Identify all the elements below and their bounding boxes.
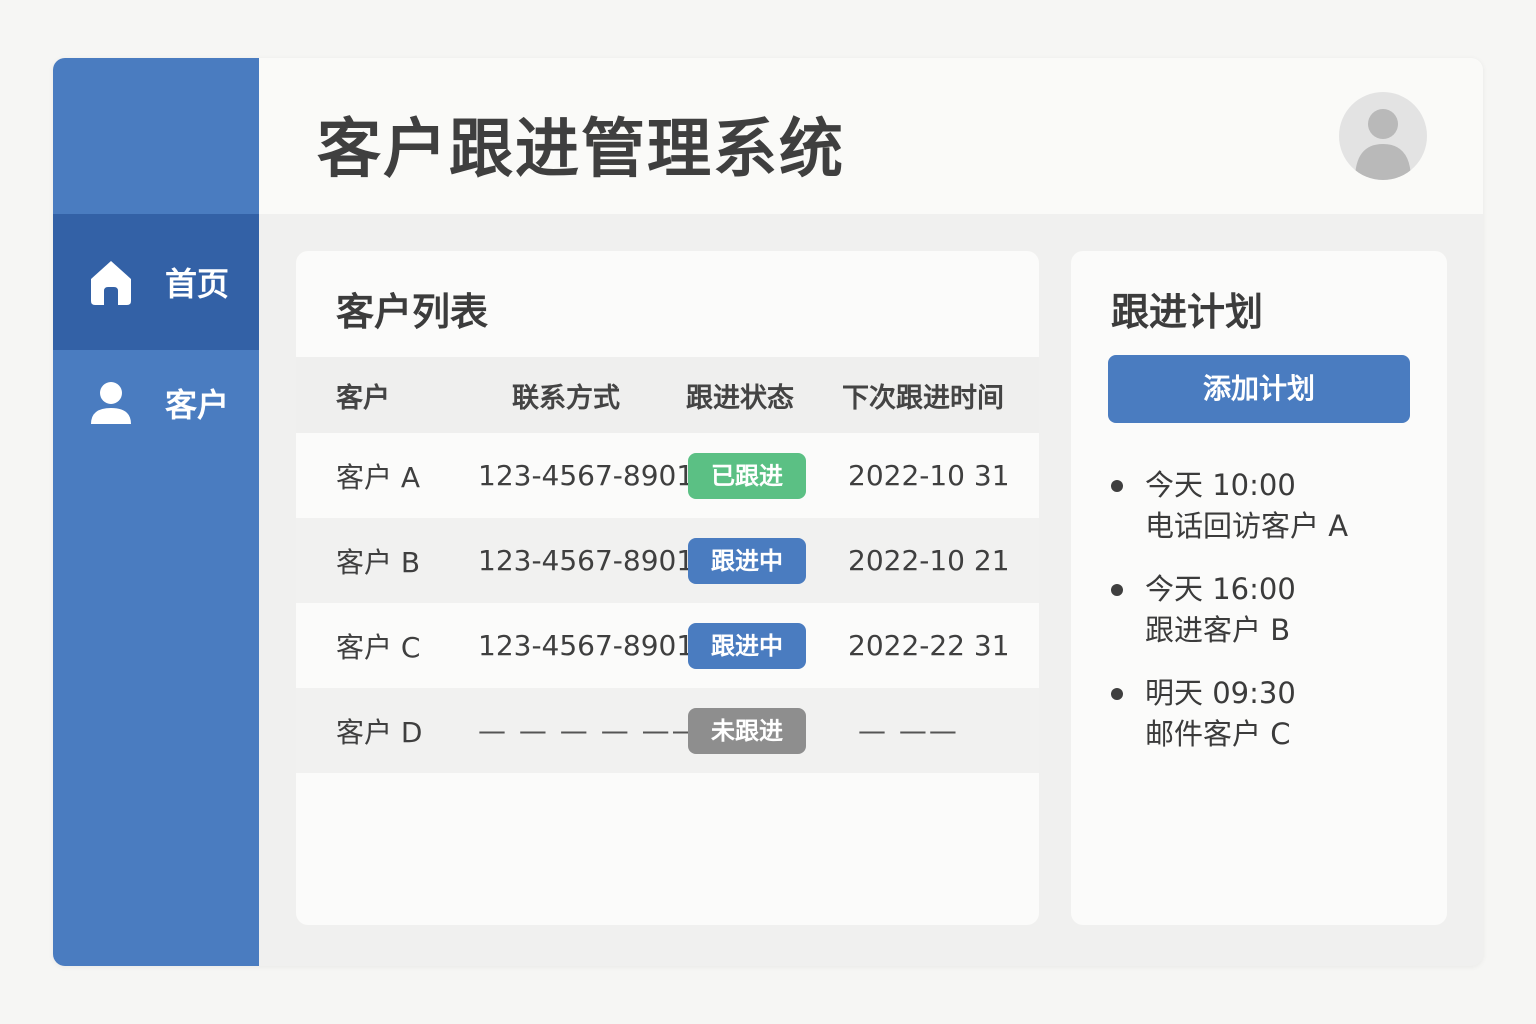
plan-time: 今天 10:00: [1145, 468, 1296, 502]
home-icon: [87, 257, 135, 307]
plan-time: 明天 09:30: [1145, 676, 1296, 710]
customer-name: 客户 C: [336, 630, 421, 664]
avatar[interactable]: [1339, 92, 1427, 180]
status-badge: 未跟进: [688, 707, 806, 754]
customer-list-card: 客户列表 客户 联系方式 跟进状态 下次跟进时间 客户 A 123-4567-8…: [296, 251, 1039, 925]
followup-plan-title: 跟进计划: [1111, 290, 1264, 334]
column-header: 跟进状态: [686, 382, 794, 414]
table-row[interactable]: 客户 A 123-4567-8901 已跟进 2022-10 31: [296, 433, 1039, 518]
next-followup-date: 2022-22 31: [848, 629, 1010, 662]
customer-list-title: 客户列表: [336, 290, 489, 334]
header: 客户跟进管理系统: [259, 58, 1483, 214]
column-header: 下次跟进时间: [842, 382, 1004, 414]
status-badge: 跟进中: [688, 537, 806, 584]
status-badge: 已跟进: [688, 452, 806, 499]
sidebar-item-label: 首页: [165, 265, 230, 303]
customer-name: 客户 D: [336, 715, 423, 749]
bullet-icon: [1111, 688, 1123, 700]
table-row[interactable]: 客户 D — — — — —— 未跟进 — ——: [296, 688, 1039, 773]
next-followup-date: 2022-10 21: [848, 544, 1010, 577]
plan-time: 今天 16:00: [1145, 572, 1296, 606]
sidebar-item-label: 客户: [165, 386, 230, 424]
customer-phone: 123-4567-8901: [478, 459, 695, 492]
sidebar-item-customers[interactable]: 客户: [53, 348, 259, 458]
app-window: 首页 客户 客户跟进管理系统 客户列表 客户 联系方式 跟进状态 下次跟进时间 …: [53, 58, 1483, 966]
followup-plan-card: 跟进计划 添加计划 今天 10:00 电话回访客户 A 今天 16:00 跟进客…: [1071, 251, 1447, 925]
plan-task: 电话回访客户 A: [1145, 509, 1349, 543]
customer-name: 客户 B: [336, 545, 421, 579]
column-header: 客户: [336, 382, 390, 414]
plan-task: 跟进客户 B: [1145, 613, 1291, 647]
bullet-icon: [1111, 584, 1123, 596]
next-followup-date: 2022-10 31: [848, 459, 1010, 492]
page-title: 客户跟进管理系统: [317, 113, 845, 187]
table-header: 客户 联系方式 跟进状态 下次跟进时间: [296, 357, 1039, 433]
list-item[interactable]: 今天 16:00 跟进客户 B: [1107, 569, 1348, 651]
user-icon: [87, 378, 135, 428]
status-badge: 跟进中: [688, 622, 806, 669]
customer-phone: 123-4567-8901: [478, 544, 695, 577]
sidebar: 首页 客户: [53, 58, 259, 966]
plan-list: 今天 10:00 电话回访客户 A 今天 16:00 跟进客户 B 明天 09:…: [1107, 465, 1348, 777]
customer-table: 客户 联系方式 跟进状态 下次跟进时间 客户 A 123-4567-8901 已…: [296, 357, 1039, 773]
bullet-icon: [1111, 480, 1123, 492]
customer-phone: — — — — ——: [478, 714, 702, 747]
table-row[interactable]: 客户 C 123-4567-8901 跟进中 2022-22 31: [296, 603, 1039, 688]
next-followup-date: — ——: [858, 714, 959, 747]
sidebar-item-home[interactable]: 首页: [53, 214, 259, 350]
list-item[interactable]: 今天 10:00 电话回访客户 A: [1107, 465, 1348, 547]
customer-name: 客户 A: [336, 460, 421, 494]
add-plan-button[interactable]: 添加计划: [1108, 355, 1410, 423]
column-header: 联系方式: [512, 382, 620, 414]
user-avatar-icon: [1355, 109, 1411, 180]
table-row[interactable]: 客户 B 123-4567-8901 跟进中 2022-10 21: [296, 518, 1039, 603]
list-item[interactable]: 明天 09:30 邮件客户 C: [1107, 673, 1348, 755]
plan-task: 邮件客户 C: [1145, 717, 1291, 751]
customer-phone: 123-4567-8901: [478, 629, 695, 662]
